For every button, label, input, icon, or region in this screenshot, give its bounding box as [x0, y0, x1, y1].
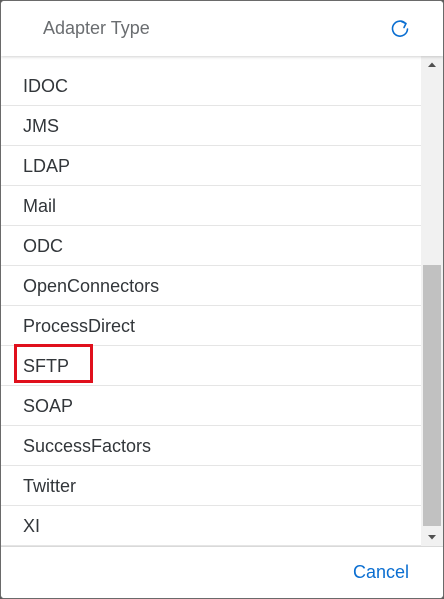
- list-item-openconnectors[interactable]: OpenConnectors: [1, 266, 421, 306]
- list-item-sftp[interactable]: SFTP: [1, 344, 421, 386]
- list-item-odc[interactable]: ODC: [1, 226, 421, 266]
- list-item-soap[interactable]: SOAP: [1, 386, 421, 426]
- list-item-xi[interactable]: XI: [1, 506, 421, 546]
- list-item-mail[interactable]: Mail: [1, 186, 421, 226]
- dialog-footer: Cancel: [1, 546, 443, 598]
- list-item-label: SFTP: [23, 356, 70, 376]
- list-item-label: Mail: [23, 196, 57, 216]
- list-item-jms[interactable]: JMS: [1, 106, 421, 146]
- list-item-label: LDAP: [23, 156, 71, 176]
- list-item-idoc[interactable]: IDOC: [1, 66, 421, 106]
- list-item-label: ProcessDirect: [23, 316, 136, 336]
- cancel-button[interactable]: Cancel: [353, 562, 409, 583]
- list-item-processdirect[interactable]: ProcessDirect: [1, 306, 421, 346]
- list-item-label: OpenConnectors: [23, 276, 160, 296]
- scrollbar-thumb[interactable]: [423, 265, 441, 526]
- list-item-label: IDOC: [23, 76, 68, 96]
- list-item-label: Twitter: [23, 476, 77, 496]
- list-item-successfactors[interactable]: SuccessFactors: [1, 426, 421, 466]
- vertical-scrollbar[interactable]: [421, 56, 443, 546]
- dialog-title: Adapter Type: [43, 18, 150, 38]
- list-item-twitter[interactable]: Twitter: [1, 466, 421, 506]
- scroll-up-arrow-icon[interactable]: [421, 56, 443, 73]
- scroll-down-arrow-icon[interactable]: [421, 529, 443, 546]
- refresh-icon[interactable]: [389, 18, 411, 40]
- adapter-list-viewport: IDOC JMS LDAP Mail ODC OpenConnectors Pr…: [1, 56, 421, 546]
- adapter-list: IDOC JMS LDAP Mail ODC OpenConnectors Pr…: [1, 66, 421, 546]
- list-item-ldap[interactable]: LDAP: [1, 146, 421, 186]
- list-item-label: XI: [23, 516, 41, 536]
- list-item-label: SuccessFactors: [23, 436, 152, 456]
- list-item-label: JMS: [23, 116, 59, 136]
- list-item-label: ODC: [23, 236, 63, 256]
- list-item-label: SOAP: [23, 396, 74, 416]
- adapter-type-dialog: Adapter Type IDOC JMS LDAP Mail ODC Open…: [0, 0, 444, 599]
- dialog-header: Adapter Type: [1, 1, 443, 56]
